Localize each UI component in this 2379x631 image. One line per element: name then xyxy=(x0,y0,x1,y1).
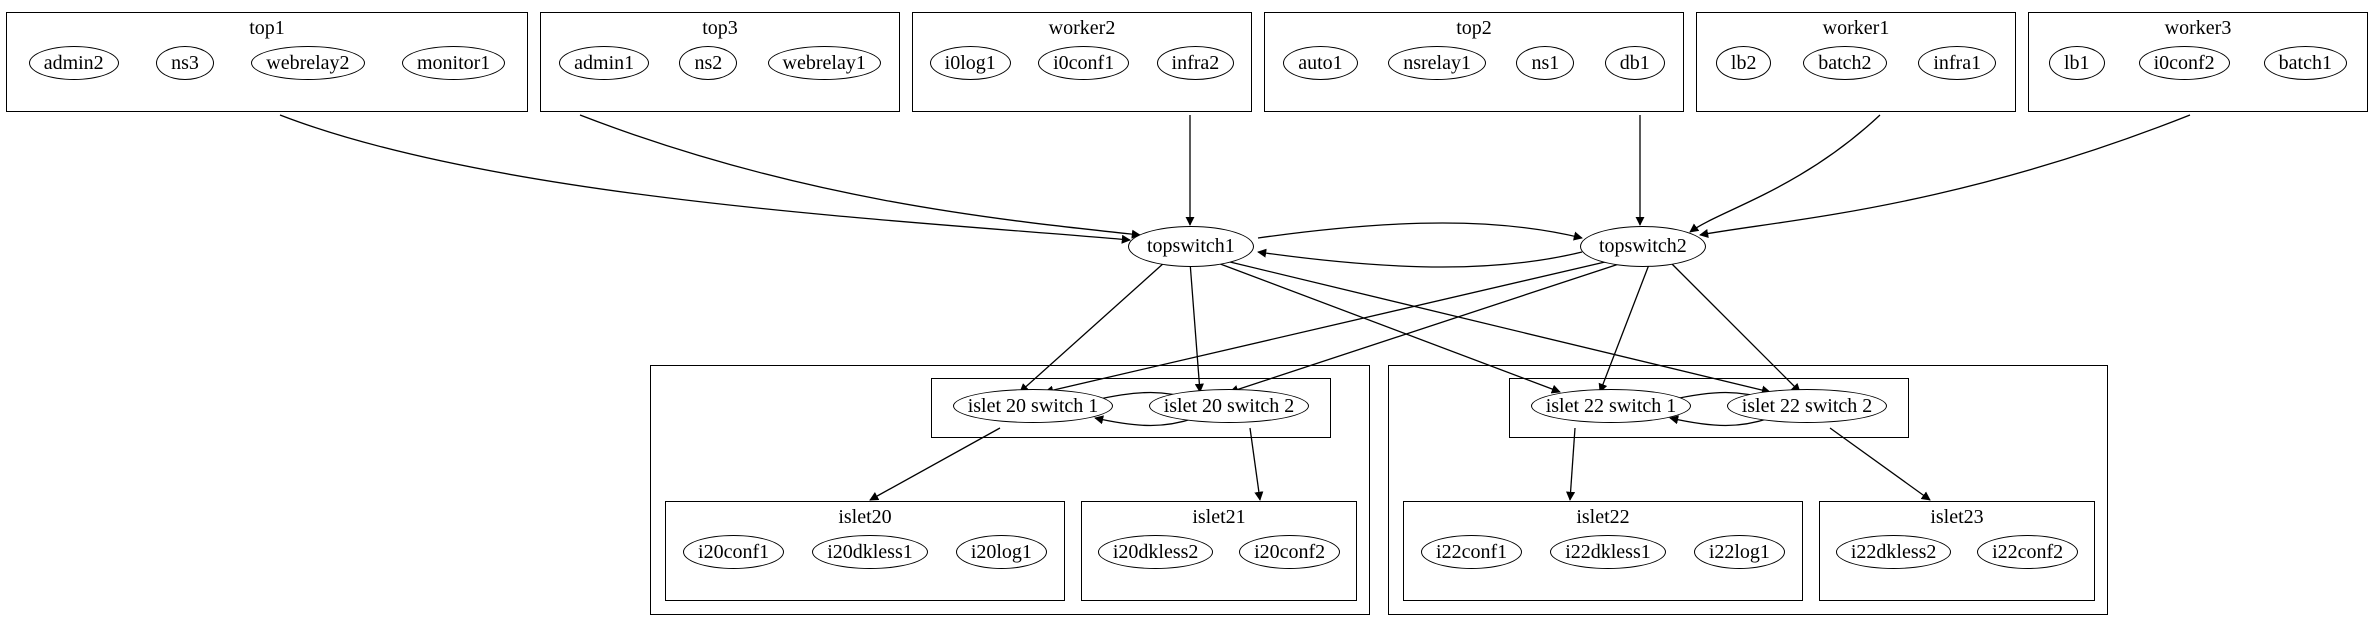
graph-node: nsrelay1 xyxy=(1388,46,1486,80)
graph-node: admin2 xyxy=(29,46,119,80)
cluster-islet22: islet22 i22conf1 i22dkless1 i22log1 xyxy=(1403,501,1803,601)
graph-node: islet 22 switch 1 xyxy=(1531,389,1692,423)
graph-node: i20dkless2 xyxy=(1098,535,1214,569)
cluster-top3: top3 admin1 ns2 webrelay1 xyxy=(540,12,900,112)
graph-node: ns2 xyxy=(679,46,737,80)
graph-node: webrelay2 xyxy=(251,46,364,80)
cluster-title: top3 xyxy=(541,13,899,42)
cluster-islet20-switches: islet 20 switch 1 islet 20 switch 2 xyxy=(931,378,1331,438)
graph-node: db1 xyxy=(1605,46,1665,80)
cluster-top2: top2 auto1 nsrelay1 ns1 db1 xyxy=(1264,12,1684,112)
cluster-title: worker3 xyxy=(2029,13,2367,42)
cluster-title: top2 xyxy=(1265,13,1683,42)
graph-node: i22conf1 xyxy=(1421,535,1522,569)
cluster-islet20: islet20 i20conf1 i20dkless1 i20log1 xyxy=(665,501,1065,601)
cluster-islet21: islet21 i20dkless2 i20conf2 xyxy=(1081,501,1357,601)
graph-node: i20conf1 xyxy=(683,535,784,569)
graph-node: auto1 xyxy=(1283,46,1357,80)
graph-node: monitor1 xyxy=(402,46,505,80)
graph-node: i20log1 xyxy=(956,535,1047,569)
cluster-worker1: worker1 lb2 batch2 infra1 xyxy=(1696,12,2016,112)
graph-node: batch1 xyxy=(2264,46,2347,80)
graph-node: ns3 xyxy=(156,46,214,80)
graph-node: i20dkless1 xyxy=(812,535,928,569)
node-topswitch2: topswitch2 xyxy=(1580,226,1706,267)
cluster-worker3: worker3 lb1 i0conf2 batch1 xyxy=(2028,12,2368,112)
cluster-islet20-outer: islet 20 switch 1 islet 20 switch 2 isle… xyxy=(650,365,1370,615)
cluster-top1: top1 admin2 ns3 webrelay2 monitor1 xyxy=(6,12,528,112)
graph-node: infra1 xyxy=(1918,46,1996,80)
graph-node: islet 20 switch 1 xyxy=(953,389,1114,423)
cluster-islet22-outer: islet 22 switch 1 islet 22 switch 2 isle… xyxy=(1388,365,2108,615)
graph-node: admin1 xyxy=(559,46,649,80)
cluster-worker2: worker2 i0log1 i0conf1 infra2 xyxy=(912,12,1252,112)
graph-node: islet 20 switch 2 xyxy=(1149,389,1310,423)
cluster-title: worker2 xyxy=(913,13,1251,42)
cluster-title: islet22 xyxy=(1404,502,1802,531)
graph-node: i22dkless2 xyxy=(1836,535,1952,569)
cluster-islet23: islet23 i22dkless2 i22conf2 xyxy=(1819,501,2095,601)
cluster-title: worker1 xyxy=(1697,13,2015,42)
graph-node: ns1 xyxy=(1516,46,1574,80)
graph-node: i0conf2 xyxy=(2139,46,2230,80)
graph-node: lb2 xyxy=(1716,46,1772,80)
graph-node: webrelay1 xyxy=(768,46,881,80)
graph-node: lb1 xyxy=(2049,46,2105,80)
graph-node: i0conf1 xyxy=(1038,46,1129,80)
cluster-islet22-switches: islet 22 switch 1 islet 22 switch 2 xyxy=(1509,378,1909,438)
graph-node: infra2 xyxy=(1157,46,1235,80)
cluster-title: islet23 xyxy=(1820,502,2094,531)
cluster-title: islet20 xyxy=(666,502,1064,531)
cluster-title: islet21 xyxy=(1082,502,1356,531)
diagram-canvas: top1 admin2 ns3 webrelay2 monitor1 top3 … xyxy=(0,0,2379,631)
graph-node: batch2 xyxy=(1803,46,1886,80)
graph-node: i22conf2 xyxy=(1977,535,2078,569)
graph-node: islet 22 switch 2 xyxy=(1727,389,1888,423)
graph-node: i22dkless1 xyxy=(1550,535,1666,569)
graph-node: i22log1 xyxy=(1694,535,1785,569)
graph-node: i0log1 xyxy=(930,46,1011,80)
graph-node: i20conf2 xyxy=(1239,535,1340,569)
node-topswitch1: topswitch1 xyxy=(1128,226,1254,267)
cluster-title: top1 xyxy=(7,13,527,42)
